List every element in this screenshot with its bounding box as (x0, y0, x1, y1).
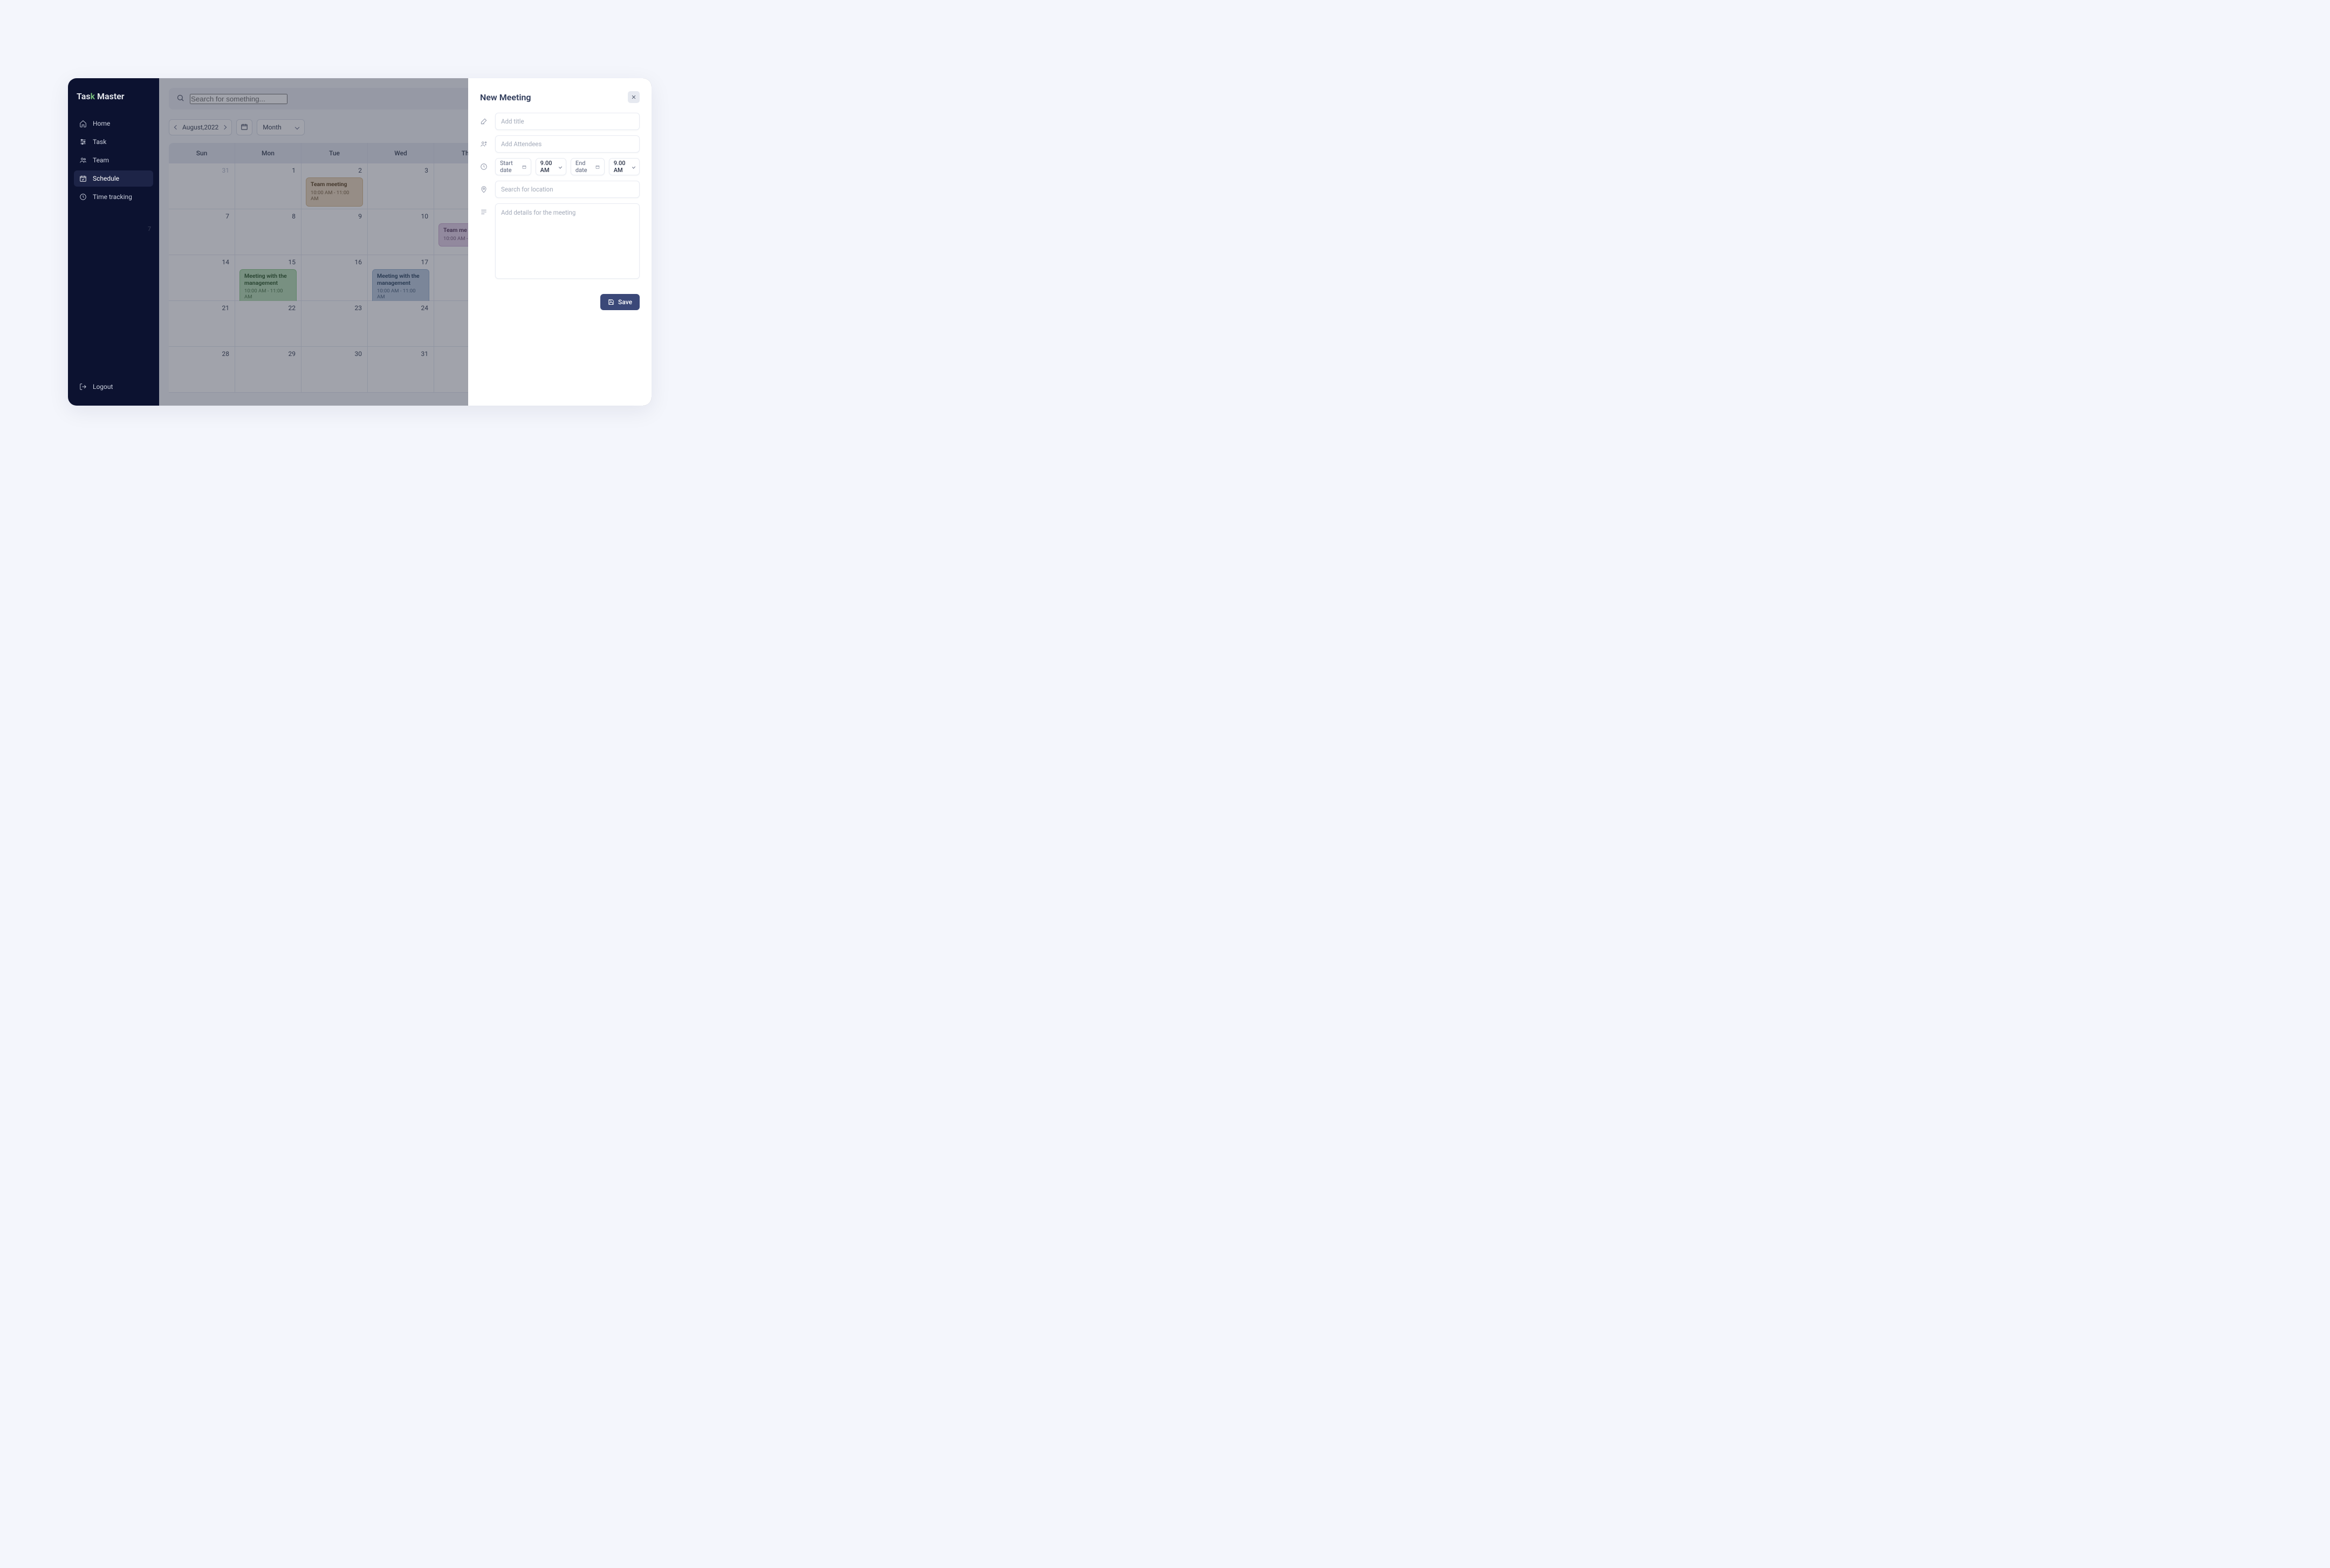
logout-label: Logout (93, 383, 113, 391)
start-time-value: 9.00 AM (540, 160, 556, 174)
save-icon (608, 299, 614, 305)
nav-home[interactable]: Home (74, 115, 153, 132)
end-time-picker[interactable]: 9.00 AM (609, 158, 640, 175)
chevron-down-icon (632, 165, 635, 168)
end-date-picker[interactable]: End date (571, 158, 605, 175)
new-meeting-panel: New Meeting Start date 9.00 AM (468, 78, 652, 406)
app-logo: Task Master (74, 91, 153, 101)
sidebar: Task Master Home Task Team Schedule Time… (68, 78, 159, 406)
title-input[interactable] (501, 118, 634, 125)
nav-task[interactable]: Task (74, 134, 153, 150)
panel-header: New Meeting (480, 91, 640, 103)
end-date-label: End date (575, 160, 592, 174)
title-field[interactable] (495, 113, 640, 130)
close-button[interactable] (628, 91, 640, 103)
save-label: Save (618, 298, 632, 306)
clock-icon (480, 162, 489, 173)
panel-title: New Meeting (480, 92, 531, 102)
calendar-icon (595, 164, 600, 170)
nav-list: Home Task Team Schedule Time tracking (74, 115, 153, 205)
nav-label: Home (93, 120, 110, 127)
nav-label: Schedule (93, 175, 119, 182)
close-icon (631, 94, 636, 100)
location-input[interactable] (501, 186, 634, 193)
nav-label: Time tracking (93, 193, 132, 201)
nav-schedule[interactable]: Schedule (74, 170, 153, 187)
start-time-picker[interactable]: 9.00 AM (536, 158, 566, 175)
calendar-icon (522, 164, 526, 170)
details-input[interactable] (501, 209, 634, 278)
attendees-icon (480, 140, 489, 150)
nav-team[interactable]: Team (74, 152, 153, 168)
nav-label: Task (93, 138, 106, 146)
start-date-label: Start date (500, 160, 519, 174)
edit-icon (480, 117, 489, 127)
nav-label: Team (93, 156, 109, 164)
end-time-value: 9.00 AM (614, 160, 629, 174)
chevron-down-icon (559, 165, 562, 168)
clock-icon (79, 193, 87, 201)
location-field[interactable] (495, 181, 640, 198)
notes-icon (480, 208, 489, 218)
sliders-icon (79, 138, 87, 146)
details-field[interactable] (495, 203, 640, 279)
attendees-field[interactable] (495, 135, 640, 153)
location-icon (480, 185, 489, 195)
logout-icon (79, 383, 87, 391)
attendees-input[interactable] (501, 140, 634, 148)
calendar-check-icon (79, 175, 87, 182)
app-window: Task Master Home Task Team Schedule Time… (68, 78, 652, 406)
nav-time-tracking[interactable]: Time tracking (74, 189, 153, 205)
users-icon (79, 156, 87, 164)
start-date-picker[interactable]: Start date (495, 158, 531, 175)
mini-calendar-dim: 7 (74, 225, 153, 232)
save-button[interactable]: Save (600, 294, 640, 310)
logout-button[interactable]: Logout (74, 379, 153, 395)
home-icon (79, 120, 87, 127)
